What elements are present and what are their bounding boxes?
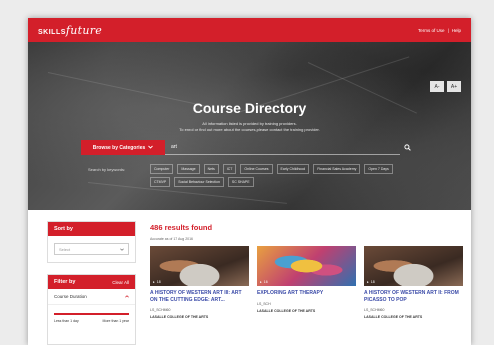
sort-select[interactable]: Select xyxy=(54,243,129,255)
course-image-pottery[interactable]: ▸ 18 xyxy=(150,246,249,286)
play-icon: ▸ xyxy=(153,280,155,284)
course-card[interactable]: ▸ 16 EXPLORING ART THERAPY LS_SCH LASALL… xyxy=(257,246,356,313)
card-meta: ▸ 18 xyxy=(367,280,375,284)
card-meta: ▸ 16 xyxy=(260,280,268,284)
search-input[interactable] xyxy=(165,140,400,155)
course-provider: LASALLE COLLEGE OF THE ARTS xyxy=(257,308,316,313)
browser-frame: SKILLSfuture Terms of Use | Help A- A+ C… xyxy=(28,18,471,345)
keyword-tags-row: CTMVP Social Behaviour Selection SC SHAP… xyxy=(150,177,254,187)
top-bar: SKILLSfuture Terms of Use | Help xyxy=(28,18,471,42)
play-icon: ▸ xyxy=(260,280,262,284)
top-links: Terms of Use | Help xyxy=(418,28,461,33)
sort-panel: Sort by Select xyxy=(47,221,136,263)
help-link[interactable]: Help xyxy=(452,28,461,33)
search-icon[interactable] xyxy=(400,140,414,155)
keyword-tag[interactable]: SC SHAPE xyxy=(227,177,254,187)
course-card[interactable]: ▸ 18 A HISTORY OF WESTERN ART II: FROM P… xyxy=(364,246,463,319)
keyword-tags-row: Computer Massage Nets ICT Online Courses… xyxy=(150,164,393,174)
course-code: LS_SCHM60 xyxy=(364,308,385,312)
keyword-tag[interactable]: Nets xyxy=(203,164,219,174)
keyword-tag[interactable]: ICT xyxy=(222,164,237,174)
hero-banner: A- A+ Course Directory All information l… xyxy=(28,42,471,210)
chevron-down-icon xyxy=(148,145,154,151)
link-separator: | xyxy=(447,27,449,33)
clear-all-link[interactable]: Clear All xyxy=(112,280,129,285)
decrease-font-button[interactable]: A- xyxy=(430,81,444,92)
page-title: Course Directory xyxy=(192,100,307,116)
course-code: LS_SCH xyxy=(257,301,271,306)
keyword-tag[interactable]: Computer xyxy=(150,164,174,174)
course-image-pottery[interactable]: ▸ 18 xyxy=(364,246,463,286)
course-title[interactable]: A HISTORY OF WESTERN ART III: ART ON THE… xyxy=(150,290,249,303)
keyword-tag[interactable]: Early Childhood xyxy=(276,164,310,174)
keyword-tag[interactable]: Social Behaviour Selection xyxy=(174,177,224,187)
card-meta: ▸ 18 xyxy=(153,280,161,284)
font-size-controls: A- A+ xyxy=(430,81,461,92)
chevron-up-icon xyxy=(125,294,129,299)
duration-range-labels: Less than 1 day More than 1 year xyxy=(54,319,129,323)
course-image-mask[interactable]: ▸ 16 xyxy=(257,246,356,286)
course-title[interactable]: A HISTORY OF WESTERN ART II: FROM PICASS… xyxy=(364,290,463,303)
hero-subtitle: All information listed is provided by tr… xyxy=(202,121,297,126)
increase-font-button[interactable]: A+ xyxy=(447,81,461,92)
course-code: LS_SCHM60 xyxy=(150,308,171,312)
browse-categories-button[interactable]: Browse by Categories xyxy=(81,140,165,155)
search-bar: Browse by Categories xyxy=(81,140,414,155)
keyword-tag[interactable]: CTMVP xyxy=(150,177,171,187)
accuracy-date: Accurate as of 17 Aug 2016 xyxy=(150,237,194,241)
filter-panel: Filter by Clear All Course Duration Less… xyxy=(47,274,136,345)
hero-subtitle: To enrol or find out more about the cour… xyxy=(179,127,320,132)
sort-header: Sort by xyxy=(48,222,135,236)
keyword-tag[interactable]: Financial Sales Academy xyxy=(313,164,361,174)
filter-header: Filter by Clear All xyxy=(48,275,135,289)
chevron-down-icon xyxy=(120,247,124,252)
course-duration-toggle[interactable]: Course Duration xyxy=(48,289,135,305)
results-area: Sort by Select Filter by Clear All Cours… xyxy=(28,210,471,345)
course-card[interactable]: ▸ 18 A HISTORY OF WESTERN ART III: ART O… xyxy=(150,246,249,319)
course-provider: LASALLE COLLEGE OF THE ARTS xyxy=(150,315,209,319)
terms-link[interactable]: Terms of Use xyxy=(418,28,445,33)
skillsfuture-logo[interactable]: SKILLSfuture xyxy=(38,24,102,37)
keyword-tag[interactable]: Open 7 Days xyxy=(364,164,393,174)
course-title[interactable]: EXPLORING ART THERAPY xyxy=(257,290,356,297)
play-icon: ▸ xyxy=(367,280,369,284)
keyword-tag[interactable]: Massage xyxy=(177,164,200,174)
course-provider: LASALLE COLLEGE OF THE ARTS xyxy=(364,315,423,319)
results-count: 486 results found xyxy=(150,223,213,232)
keyword-tag[interactable]: Online Courses xyxy=(240,164,273,174)
keywords-label: Search by keywords: xyxy=(88,167,126,172)
